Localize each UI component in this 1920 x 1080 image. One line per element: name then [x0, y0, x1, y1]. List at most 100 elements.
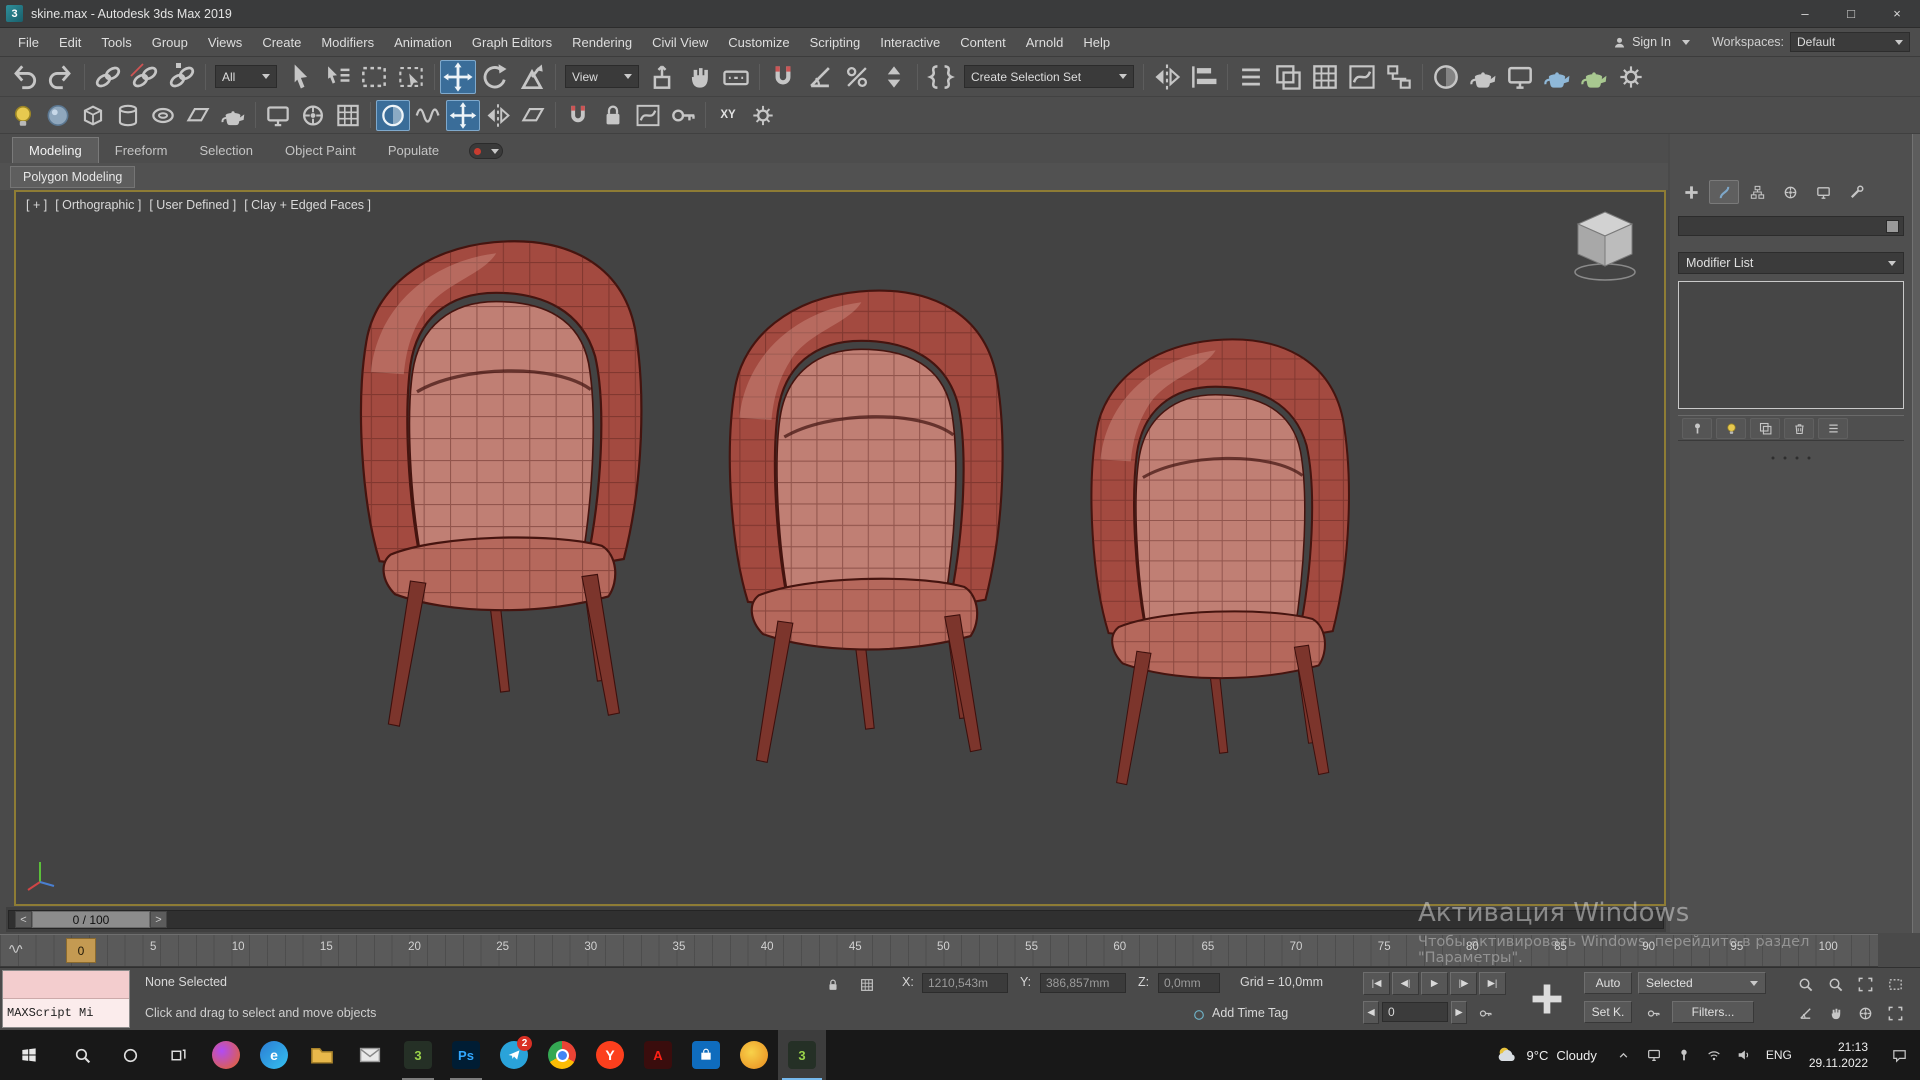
usb-tray-icon[interactable]	[1669, 1030, 1699, 1080]
modifier-stack-list[interactable]	[1678, 281, 1904, 409]
select-and-link-icon[interactable]	[90, 60, 126, 94]
taskbar-app-yandex[interactable]: Y	[586, 1030, 634, 1080]
track-bar[interactable]: 0 5 10 15 20 25 30 35 40 45 50 55 60 65 …	[0, 934, 1878, 967]
bind-to-space-warp-icon[interactable]	[164, 60, 200, 94]
viewport-camera-menu[interactable]: [ User Defined ]	[149, 198, 236, 212]
taskbar-app-edge[interactable]: e	[250, 1030, 298, 1080]
angle-snap-toggle-icon[interactable]	[802, 60, 838, 94]
menu-rendering[interactable]: Rendering	[562, 28, 642, 56]
time-slider[interactable]: < 0 / 100 >	[6, 907, 1666, 932]
taskbar-app-acrobat[interactable]: A	[634, 1030, 682, 1080]
panel-splitter-handle[interactable]	[1670, 455, 1912, 461]
display-tab-icon[interactable]	[1808, 180, 1838, 204]
maximize-button[interactable]: □	[1828, 0, 1874, 28]
axis-constraint-xy-button[interactable]: XY	[711, 100, 745, 131]
menu-content[interactable]: Content	[950, 28, 1016, 56]
taskbar-app-firefox[interactable]	[202, 1030, 250, 1080]
select-and-scale-icon[interactable]	[514, 60, 550, 94]
toggle-scene-explorer-icon[interactable]	[1233, 60, 1269, 94]
unlink-selection-icon[interactable]	[127, 60, 163, 94]
select-and-rotate-icon[interactable]	[477, 60, 513, 94]
previous-frame-button[interactable]: ◀|	[1392, 972, 1419, 995]
chair-object-3[interactable]	[1089, 337, 1351, 787]
viewport-pov-menu[interactable]: [ Orthographic ]	[55, 198, 141, 212]
menu-edit[interactable]: Edit	[49, 28, 91, 56]
viewport[interactable]: [ + ] [ Orthographic ] [ User Defined ] …	[14, 190, 1666, 906]
remove-modifier-icon[interactable]	[1784, 417, 1814, 439]
taskbar-app-photoshop[interactable]: Ps	[442, 1030, 490, 1080]
selection-lock-icon[interactable]	[820, 973, 846, 997]
edit-named-selection-sets-icon[interactable]	[923, 60, 959, 94]
rectangular-selection-region-icon[interactable]	[356, 60, 392, 94]
window-crossing-toggle-icon[interactable]	[393, 60, 429, 94]
align-icon[interactable]	[1186, 60, 1222, 94]
language-indicator[interactable]: ENG	[1759, 1048, 1799, 1062]
menu-tools[interactable]: Tools	[91, 28, 141, 56]
uvw-map-icon[interactable]	[516, 100, 550, 131]
y-coordinate-field[interactable]: 386,857mm	[1040, 973, 1126, 993]
current-frame-marker[interactable]: 0	[66, 938, 96, 963]
maxscript-mini-listener[interactable]: MAXScript Mi	[2, 970, 130, 1028]
curve-editor-icon[interactable]	[1344, 60, 1380, 94]
zoom-all-icon[interactable]	[1822, 972, 1848, 996]
chair-object-2[interactable]	[728, 289, 1005, 764]
go-to-start-button[interactable]: |◀	[1363, 972, 1390, 995]
redo-icon[interactable]	[43, 60, 79, 94]
select-object-icon[interactable]	[282, 60, 318, 94]
modifier-list-dropdown[interactable]: Modifier List	[1678, 252, 1904, 274]
motion-tab-icon[interactable]	[1775, 180, 1805, 204]
x-coordinate-field[interactable]: 1210,543m	[922, 973, 1008, 993]
taskbar-app-mail[interactable]	[346, 1030, 394, 1080]
taskbar-app-chrome[interactable]	[538, 1030, 586, 1080]
gizmo-settings-icon[interactable]	[746, 100, 780, 131]
key-next-button[interactable]: ▶	[1451, 1001, 1467, 1024]
hidden-icons-chevron[interactable]	[1609, 1030, 1639, 1080]
next-frame-nub[interactable]: >	[150, 911, 167, 928]
maxscript-macro-row[interactable]	[3, 971, 129, 999]
rendered-frame-window-icon[interactable]	[1502, 60, 1538, 94]
taskbar-app-file-explorer[interactable]	[298, 1030, 346, 1080]
taskbar-app-3dsmax[interactable]: 3	[394, 1030, 442, 1080]
named-selection-set-dropdown[interactable]: Create Selection Set	[964, 65, 1134, 88]
menu-graph-editors[interactable]: Graph Editors	[462, 28, 562, 56]
pan-hand-icon[interactable]	[1822, 1001, 1848, 1025]
render-iterative-icon[interactable]	[1576, 60, 1612, 94]
object-color-swatch[interactable]	[1886, 219, 1899, 233]
plane-icon[interactable]	[181, 100, 215, 131]
cylinder-icon[interactable]	[111, 100, 145, 131]
viewport-general-menu[interactable]: [ + ]	[26, 198, 47, 212]
material-editor-icon[interactable]	[1428, 60, 1464, 94]
noise-curve-icon[interactable]	[631, 100, 665, 131]
axis-constraint-toggle-icon[interactable]	[446, 99, 480, 131]
menu-modifiers[interactable]: Modifiers	[311, 28, 384, 56]
select-and-manipulate-icon[interactable]	[681, 60, 717, 94]
snaps-toggle-icon[interactable]	[765, 60, 801, 94]
render-production-icon[interactable]	[1539, 60, 1575, 94]
display-gizmos-icon[interactable]	[296, 100, 330, 131]
material-sphere-icon[interactable]	[41, 100, 75, 131]
selection-filter-dropdown[interactable]: All	[215, 65, 277, 88]
create-tab-icon[interactable]	[1676, 180, 1706, 204]
menu-file[interactable]: File	[8, 28, 49, 56]
spinner-snap-toggle-icon[interactable]	[876, 60, 912, 94]
key-filters-icon[interactable]	[1640, 1001, 1666, 1025]
mirror-icon[interactable]	[1149, 60, 1185, 94]
make-unique-icon[interactable]	[1750, 417, 1780, 439]
polygon-modeling-panel-tab[interactable]: Polygon Modeling	[10, 165, 136, 188]
add-time-tag[interactable]: Add Time Tag	[1212, 1006, 1288, 1020]
chair-object-1[interactable]	[359, 239, 644, 728]
menu-civil-view[interactable]: Civil View	[642, 28, 718, 56]
absolute-offset-mode-icon[interactable]	[854, 973, 880, 997]
snap-capture-icon[interactable]	[561, 100, 595, 131]
maximize-viewport-toggle-icon[interactable]	[1882, 1001, 1908, 1025]
schematic-view-icon[interactable]	[1381, 60, 1417, 94]
view-cube[interactable]	[1562, 204, 1648, 290]
current-frame-field[interactable]: 0	[1382, 1002, 1448, 1022]
keyboard-shortcut-override-icon[interactable]	[718, 60, 754, 94]
menu-arnold[interactable]: Arnold	[1016, 28, 1074, 56]
go-to-end-button[interactable]: ▶|	[1479, 972, 1506, 995]
taskbar-app-telegram[interactable]: 2	[490, 1030, 538, 1080]
action-center-button[interactable]	[1878, 1030, 1920, 1080]
cortana-button[interactable]	[106, 1030, 154, 1080]
hierarchy-tab-icon[interactable]	[1742, 180, 1772, 204]
